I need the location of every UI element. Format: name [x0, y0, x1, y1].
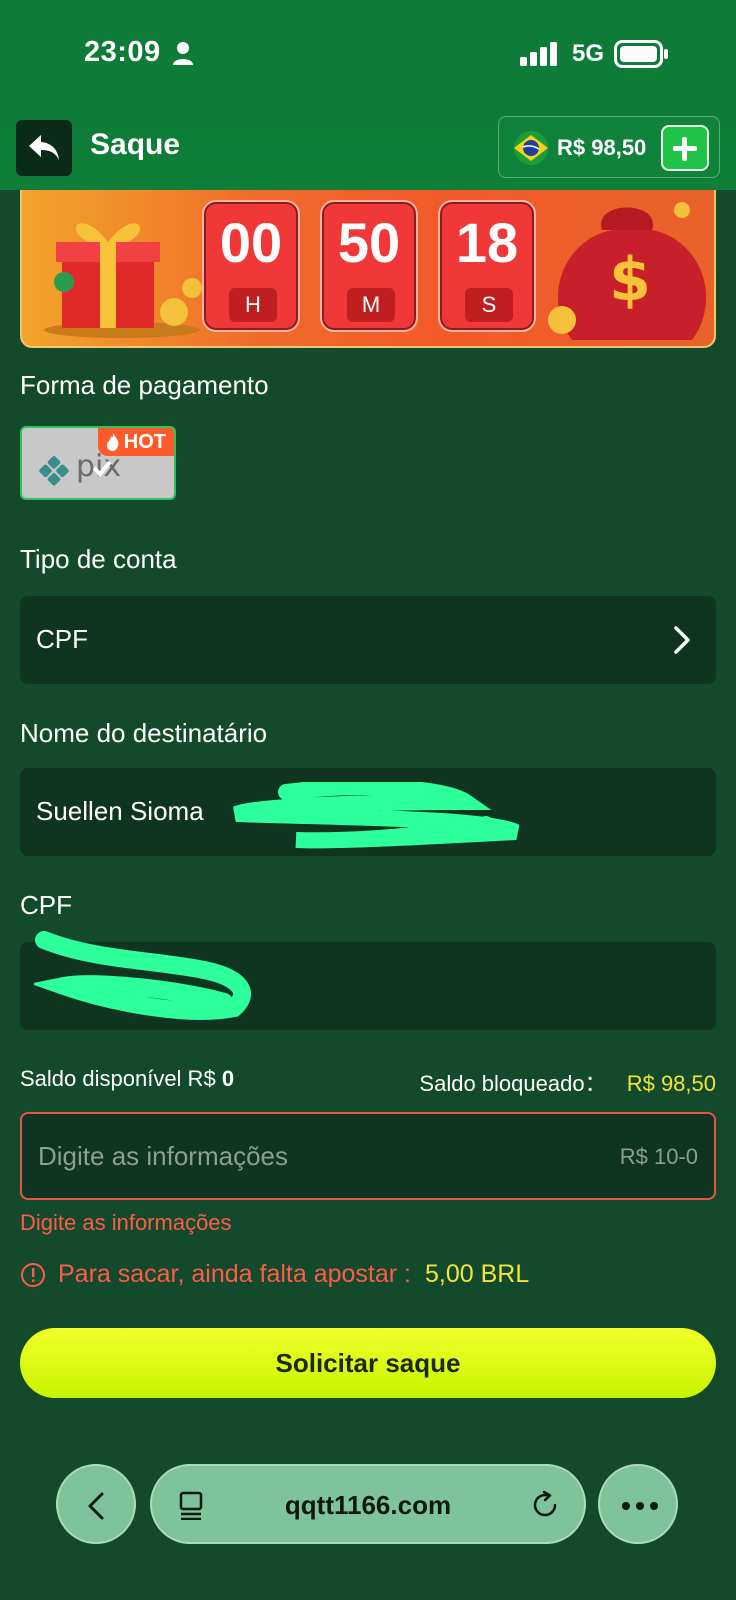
svg-text:$: $ [609, 245, 651, 315]
signal-icon [520, 42, 557, 66]
recipient-field[interactable]: Suellen Sioma [20, 768, 716, 856]
blocked-balance: Saldo bloqueado： R$ 98,50 [419, 1066, 716, 1098]
address-bar[interactable]: qqtt1166.com [150, 1464, 586, 1544]
wager-warning-amount: 5,00 BRL [425, 1260, 530, 1288]
person-icon [173, 42, 193, 65]
url-text: qqtt1166.com [284, 1490, 452, 1520]
recipient-value: Suellen Sioma [36, 796, 204, 826]
browser-back-button[interactable] [56, 1464, 136, 1544]
cpf-field[interactable] [20, 931, 716, 1030]
recipient-label: Nome do destinatário [20, 718, 268, 748]
balance-pill[interactable]: R$ 98,50 [498, 116, 720, 178]
back-button[interactable] [16, 120, 72, 176]
top-area: 23:09 5G Saque R$ 98,50 [0, 0, 736, 190]
chevron-right-icon [674, 626, 690, 654]
browser-toolbar: qqtt1166.com [0, 1456, 736, 1556]
money-bag-icon: $ [548, 202, 707, 340]
account-type-value: CPF [36, 624, 88, 654]
header: Saque R$ 98,50 [0, 110, 736, 190]
wager-warning: Para sacar, ainda falta apostar : 5,00 B… [20, 1260, 529, 1289]
countdown-hours-value: 00 [219, 211, 283, 274]
status-time: 23:09 [84, 36, 161, 68]
amount-error: Digite as informações [20, 1210, 232, 1235]
promo-banner[interactable]: $ 00 H 50 M 18 S [20, 190, 716, 348]
redaction-scribble [34, 931, 251, 1020]
account-type-select[interactable]: CPF [20, 596, 716, 684]
add-funds-button[interactable] [661, 125, 709, 171]
payment-method-label: Forma de pagamento [20, 370, 269, 400]
back-arrow-icon [29, 135, 59, 160]
countdown-hours: 00 H [202, 200, 300, 332]
hot-badge: HOT [97, 428, 174, 456]
page-title: Saque [90, 128, 181, 161]
available-balance-label: Saldo disponível R$ [20, 1066, 216, 1091]
network-label: 5G [572, 40, 605, 67]
more-dots-icon [622, 1502, 658, 1510]
wager-warning-text: Para sacar, ainda falta apostar : [58, 1260, 411, 1288]
request-withdrawal-button[interactable]: Solicitar saque [20, 1328, 716, 1398]
gift-icon [44, 223, 202, 338]
countdown-seconds: 18 S [438, 200, 536, 332]
brazil-flag-icon [514, 131, 548, 165]
browser-more-button[interactable] [598, 1464, 678, 1544]
blocked-balance-value: R$ 98,50 [626, 1071, 716, 1096]
flame-icon [106, 433, 119, 451]
cpf-label: CPF [20, 890, 72, 920]
battery-icon [614, 40, 668, 68]
hot-badge-label: HOT [123, 430, 166, 453]
countdown-minutes-unit: M [347, 288, 395, 322]
status-bar: 23:09 5G [0, 0, 736, 100]
redaction-scribble [233, 782, 520, 849]
blocked-balance-label: Saldo bloqueado： [419, 1071, 607, 1096]
alert-circle-icon [21, 1262, 45, 1287]
countdown-hours-unit: H [229, 288, 277, 322]
available-balance: Saldo disponível R$ 0 [20, 1066, 234, 1092]
pix-payment-option[interactable]: pix HOT [20, 426, 176, 500]
countdown-minutes-value: 50 [337, 211, 401, 274]
amount-range: R$ 10-0 [619, 1144, 698, 1169]
balance-amount: R$ 98,50 [557, 135, 647, 160]
amount-input-wrapper: R$ 10-0 [20, 1112, 716, 1200]
available-balance-value: 0 [221, 1066, 235, 1091]
countdown-seconds-value: 18 [455, 211, 519, 274]
account-type-label: Tipo de conta [20, 544, 177, 574]
countdown-seconds-unit: S [465, 288, 513, 322]
chevron-left-icon [88, 1492, 104, 1520]
countdown-minutes: 50 M [320, 200, 418, 332]
amount-input[interactable] [38, 1136, 558, 1176]
reload-icon[interactable] [530, 1490, 560, 1520]
balances-row: Saldo disponível R$ 0 Saldo bloqueado： R… [20, 1066, 716, 1096]
